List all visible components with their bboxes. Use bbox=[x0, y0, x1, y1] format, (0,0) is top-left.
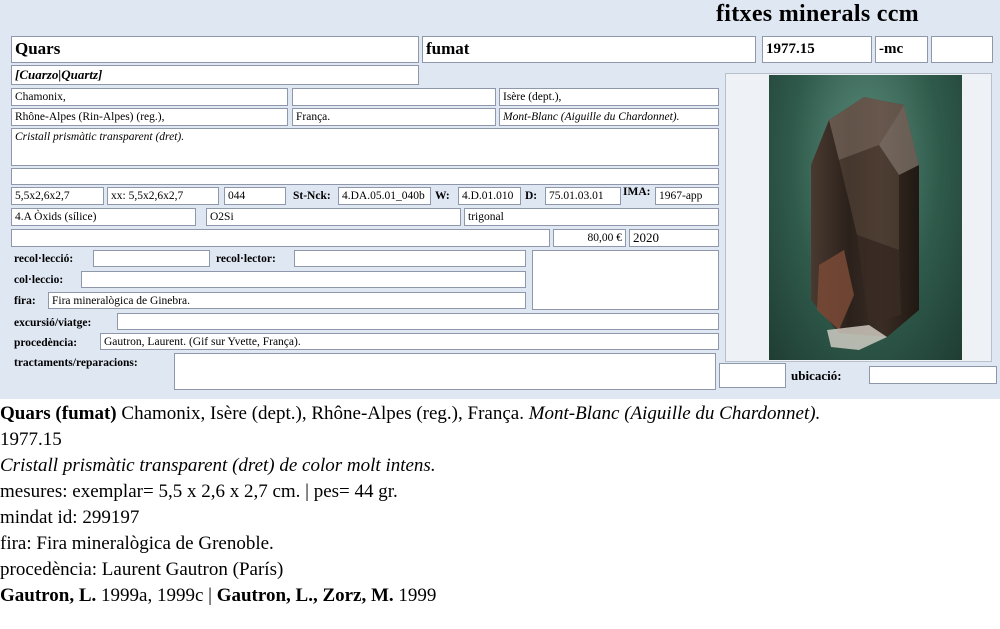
summary-catalog: 1977.15 bbox=[0, 429, 62, 450]
country-field[interactable]: França. bbox=[292, 108, 496, 126]
synonyms-field[interactable]: [Cuarzo|Quartz] bbox=[11, 65, 419, 85]
d-field[interactable]: 75.01.03.01 bbox=[545, 187, 621, 205]
smoky-quartz-crystal-photo-icon bbox=[769, 75, 962, 360]
catalog-number-field[interactable]: 1977.15 bbox=[762, 36, 872, 63]
extra-field[interactable] bbox=[931, 36, 993, 63]
ubicacio-field[interactable] bbox=[869, 366, 997, 384]
crystal-dims-field[interactable]: xx: 5,5x2,6x2,7 bbox=[107, 187, 219, 205]
recoleccio-field[interactable] bbox=[93, 250, 210, 267]
ref-author-2: Gautron, L., Zorz, M. bbox=[216, 585, 394, 606]
summary-site: Mont-Blanc (Aiguille du Chardonnet). bbox=[528, 403, 821, 424]
recoleccio-label: recol·lecció: bbox=[14, 253, 74, 265]
ref-years-1: 1999a, 1999c | bbox=[96, 585, 217, 606]
department-field[interactable]: Isère (dept.), bbox=[499, 88, 719, 106]
brand-title: fitxes minerals ccm bbox=[716, 1, 919, 27]
summary-line-1: Quars (fumat) Chamonix, Isère (dept.), R… bbox=[0, 401, 1000, 427]
dimensions-field[interactable]: 5,5x2,6x2,7 bbox=[11, 187, 104, 205]
summary-procedencia: procedència: Laurent Gautron (París) bbox=[0, 559, 284, 580]
summary-references: Gautron, L. 1999a, 1999c | Gautron, L., … bbox=[0, 583, 1000, 609]
fira-label: fira: bbox=[14, 295, 36, 307]
name-field[interactable]: Quars bbox=[11, 36, 419, 63]
suffix-field[interactable]: -mc bbox=[875, 36, 928, 63]
summary-mindat: mindat id: 299197 bbox=[0, 507, 140, 528]
excursio-label: excursió/viatge: bbox=[14, 317, 92, 329]
st-nck-label: St-Nck: bbox=[293, 190, 331, 202]
ima-label: IMA: bbox=[623, 186, 651, 198]
ref-years-2: 1999 bbox=[393, 585, 437, 606]
class-field[interactable]: 4.A Òxids (sílice) bbox=[11, 208, 196, 226]
colleccio-label: col·leccio: bbox=[14, 274, 64, 286]
recollector-label: recol·lector: bbox=[216, 253, 276, 265]
ref-author-1: Gautron, L. bbox=[0, 585, 97, 606]
box-code-field[interactable] bbox=[719, 363, 786, 388]
summary-name: Quars (fumat) bbox=[0, 403, 117, 424]
description-2-field[interactable] bbox=[11, 168, 719, 185]
recollector-field[interactable] bbox=[294, 250, 526, 267]
notes-field[interactable] bbox=[11, 229, 550, 247]
colleccio-field[interactable] bbox=[81, 271, 526, 288]
description-field[interactable]: Cristall prismàtic transparent (dret). bbox=[11, 128, 719, 166]
ubicacio-label: ubicació: bbox=[791, 368, 842, 383]
side-notes-field[interactable] bbox=[532, 250, 719, 310]
tractaments-field[interactable] bbox=[174, 353, 716, 390]
summary-fira: fira: Fira mineralògica de Grenoble. bbox=[0, 533, 274, 554]
procedencia-field[interactable]: Gautron, Laurent. (Gif sur Yvette, Franç… bbox=[100, 333, 719, 350]
price-field[interactable]: 80,00 € bbox=[553, 229, 626, 247]
formula-field[interactable]: O2Si bbox=[206, 208, 461, 226]
tractaments-label: tractaments/reparacions: bbox=[14, 357, 138, 369]
locality-2-field[interactable] bbox=[292, 88, 496, 106]
summary-locality: Chamonix, Isère (dept.), Rhône-Alpes (re… bbox=[116, 403, 529, 424]
region-field[interactable]: Rhône-Alpes (Rin-Alpes) (reg.), bbox=[11, 108, 288, 126]
d-label: D: bbox=[525, 190, 538, 202]
weight-field[interactable]: 044 bbox=[224, 187, 286, 205]
procedencia-label: procedència: bbox=[14, 337, 78, 349]
excursio-field[interactable] bbox=[117, 313, 719, 330]
st-nck-field[interactable]: 4.DA.05.01_040b bbox=[338, 187, 431, 205]
specimen-photo-frame bbox=[725, 73, 992, 362]
summary-text: Quars (fumat) Chamonix, Isère (dept.), R… bbox=[0, 401, 1000, 609]
ima-field[interactable]: 1967-app bbox=[655, 187, 719, 205]
w-label: W: bbox=[435, 190, 450, 202]
crystal-drawing bbox=[811, 97, 919, 350]
system-field[interactable]: trigonal bbox=[464, 208, 719, 226]
locality-field[interactable]: Chamonix, bbox=[11, 88, 288, 106]
mineral-card: fitxes minerals ccm Quars fumat 1977.15 … bbox=[0, 0, 1000, 399]
summary-description: Cristall prismàtic transparent (dret) de… bbox=[0, 455, 436, 476]
w-field[interactable]: 4.D.01.010 bbox=[458, 187, 521, 205]
year-field[interactable]: 2020 bbox=[629, 229, 719, 247]
site-field[interactable]: Mont-Blanc (Aiguille du Chardonnet). bbox=[499, 108, 719, 126]
fira-field[interactable]: Fira mineralògica de Ginebra. bbox=[48, 292, 526, 309]
variety-field[interactable]: fumat bbox=[422, 36, 756, 63]
summary-measures: mesures: exemplar= 5,5 x 2,6 x 2,7 cm. |… bbox=[0, 481, 398, 502]
